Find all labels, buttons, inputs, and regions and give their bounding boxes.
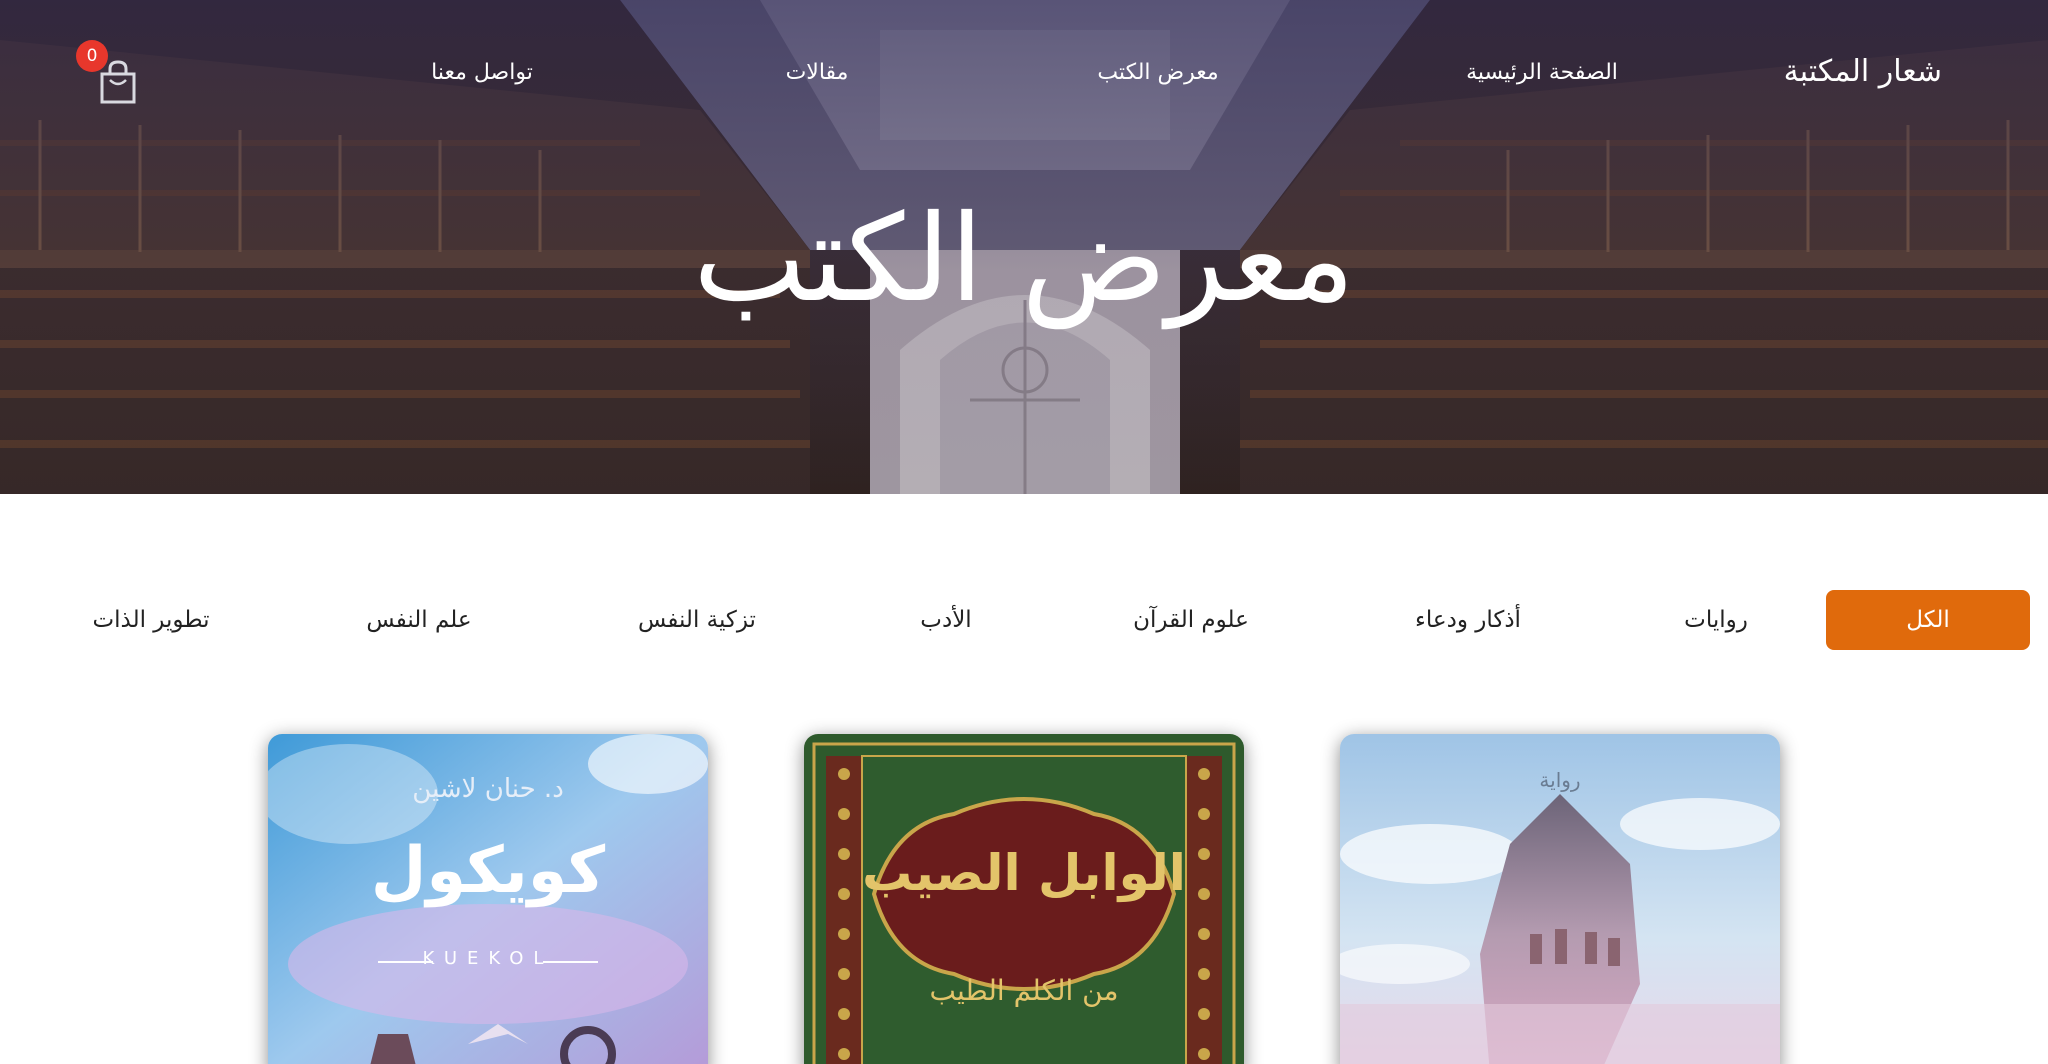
- book-card[interactable]: الوابل الصيب من الكلم الطيب: [804, 734, 1244, 1064]
- cart-button[interactable]: [98, 60, 138, 104]
- shopping-bag-icon: [100, 60, 136, 104]
- filter-literature[interactable]: الأدب: [920, 590, 971, 650]
- book-title: الوابل الصيب: [862, 844, 1186, 902]
- filter-novels[interactable]: روايات: [1684, 590, 1748, 650]
- page-title: معرض الكتب: [693, 190, 1355, 329]
- nav-link-book-gallery[interactable]: معرض الكتب: [1097, 60, 1218, 85]
- filter-remembrance-and-prayer[interactable]: أذكار ودعاء: [1415, 590, 1521, 650]
- nav-link-articles[interactable]: مقالات: [786, 60, 849, 85]
- nav-link-home[interactable]: الصفحة الرئيسية: [1466, 60, 1618, 85]
- book-title: كويكول: [370, 834, 606, 908]
- book-author: د. حنان لاشين: [412, 774, 564, 804]
- main-navigation: شعار المكتبة الصفحة الرئيسية معرض الكتب …: [0, 0, 2048, 150]
- filter-psychology[interactable]: علم النفس: [366, 590, 471, 650]
- book-latin-title: KUEKOL: [422, 948, 554, 969]
- category-filter-bar: الكل روايات أذكار ودعاء علوم القرآن الأد…: [0, 590, 2048, 650]
- book-card[interactable]: رواية: [1340, 734, 1780, 1064]
- book-cover-label: رواية: [1539, 768, 1581, 792]
- filter-self-development[interactable]: تطوير الذات: [92, 590, 209, 650]
- cart-count-badge: 0: [76, 40, 108, 72]
- filter-self-purification[interactable]: تزكية النفس: [638, 590, 756, 650]
- filter-quran-sciences[interactable]: علوم القرآن: [1133, 590, 1249, 650]
- book-subtitle: من الكلم الطيب: [929, 974, 1119, 1007]
- site-logo[interactable]: شعار المكتبة: [1784, 54, 1942, 89]
- hero-banner: شعار المكتبة الصفحة الرئيسية معرض الكتب …: [0, 0, 2048, 494]
- filter-all[interactable]: الكل: [1826, 590, 2030, 650]
- nav-link-contact[interactable]: تواصل معنا: [431, 60, 533, 85]
- book-card[interactable]: د. حنان لاشين كويكول KUEKOL: [268, 734, 708, 1064]
